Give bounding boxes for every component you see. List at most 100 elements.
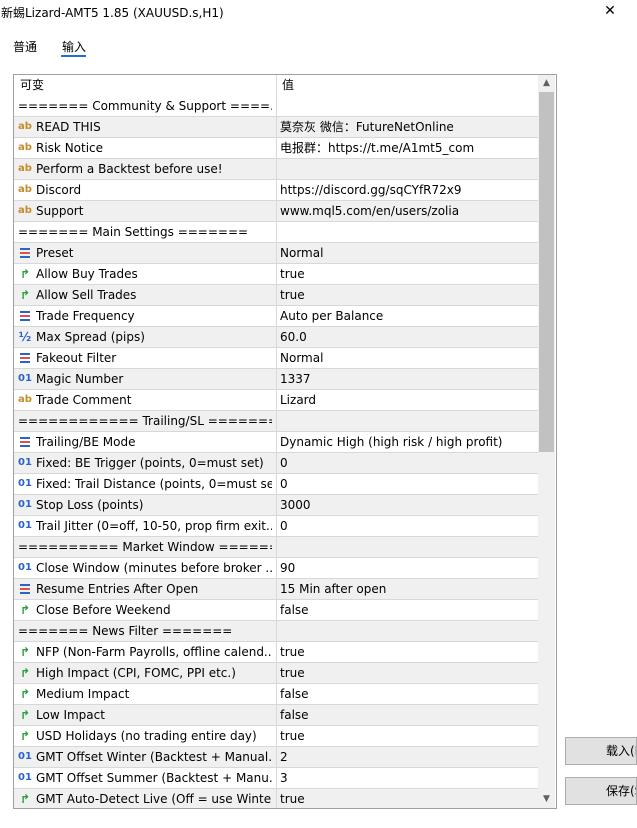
parameter-value[interactable]: 15 Min after open <box>280 579 536 599</box>
cell-separator <box>276 495 277 515</box>
parameter-value[interactable]: 莫奈灰 微信：FutureNetOnline <box>280 117 536 137</box>
parameter-value[interactable]: true <box>280 789 536 808</box>
scroll-down-icon[interactable]: ▼ <box>538 791 555 808</box>
parameter-row[interactable]: Resume Entries After Open 15 Min after op… <box>14 579 538 600</box>
active-tab-indicator <box>61 55 86 57</box>
column-header-variable[interactable]: 可变 <box>20 75 44 96</box>
parameter-value[interactable] <box>280 222 536 242</box>
scroll-thumb[interactable] <box>539 92 554 452</box>
parameter-value[interactable]: https://discord.gg/sqCYfR72x9 <box>280 180 536 200</box>
parameter-value[interactable]: 1337 <box>280 369 536 389</box>
parameter-value[interactable]: 2 <box>280 747 536 767</box>
parameter-name: Trade Frequency <box>36 309 135 323</box>
cell-separator <box>276 201 277 221</box>
cell-separator <box>276 117 277 137</box>
parameter-row[interactable]: Trade Frequency Auto per Balance <box>14 306 538 327</box>
parameter-row[interactable]: ab Support www.mql5.com/en/users/zolia <box>14 201 538 222</box>
bool-type-icon: ↱ <box>19 267 31 281</box>
parameter-row[interactable]: ↱ Allow Buy Trades true <box>14 264 538 285</box>
integer-type-icon: 01 <box>18 457 32 468</box>
tab-inputs[interactable]: 输入 <box>62 38 86 55</box>
parameter-value[interactable]: Lizard <box>280 390 536 410</box>
integer-type-icon: 01 <box>18 751 32 762</box>
parameter-row[interactable]: ↱ USD Holidays (no trading entire day) tru… <box>14 726 538 747</box>
parameter-row[interactable]: 01 Fixed: BE Trigger (points, 0=must set)… <box>14 453 538 474</box>
section-row[interactable]: ======= News Filter ======= <box>14 621 538 642</box>
parameter-row[interactable]: ab Perform a Backtest before use! <box>14 159 538 180</box>
parameter-value[interactable]: 60.0 <box>280 327 536 347</box>
scroll-up-icon[interactable]: ▲ <box>538 75 555 92</box>
parameter-value[interactable]: 0 <box>280 516 536 536</box>
parameter-name: ========== Market Window ======... <box>18 540 272 554</box>
parameter-row[interactable]: ↱ Close Before Weekend false <box>14 600 538 621</box>
parameter-value[interactable]: true <box>280 726 536 746</box>
section-row[interactable]: ======= Community & Support ====... <box>14 96 538 117</box>
parameter-row[interactable]: Preset Normal <box>14 243 538 264</box>
parameter-row[interactable]: ↱ Allow Sell Trades true <box>14 285 538 306</box>
section-row[interactable]: ============ Trailing/SL =======... <box>14 411 538 432</box>
parameter-value[interactable]: true <box>280 642 536 662</box>
parameter-row[interactable]: ½ Max Spread (pips) 60.0 <box>14 327 538 348</box>
parameter-value[interactable]: 90 <box>280 558 536 578</box>
parameter-row[interactable]: 01 GMT Offset Winter (Backtest + Manual..… <box>14 747 538 768</box>
parameter-row[interactable]: 01 Stop Loss (points) 3000 <box>14 495 538 516</box>
cell-separator <box>276 411 277 431</box>
parameter-row[interactable]: ↱ NFP (Non-Farm Payrolls, offline calend.… <box>14 642 538 663</box>
parameter-value[interactable]: Dynamic High (high risk / high profit) <box>280 432 536 452</box>
cell-separator <box>276 432 277 452</box>
parameter-value[interactable]: 3000 <box>280 495 536 515</box>
parameter-row[interactable]: 01 Close Window (minutes before broker ..… <box>14 558 538 579</box>
tab-common[interactable]: 普通 <box>13 38 37 55</box>
parameter-value[interactable]: true <box>280 285 536 305</box>
column-separator[interactable] <box>276 75 277 96</box>
parameter-name: ======= Main Settings ======= <box>18 225 249 239</box>
parameter-value[interactable] <box>280 411 536 431</box>
bool-type-icon: ↱ <box>19 708 31 722</box>
string-type-icon: ab <box>18 394 32 405</box>
vertical-scrollbar[interactable]: ▲ ▼ <box>538 75 555 808</box>
parameter-value[interactable]: 电报群：https://t.me/A1mt5_com <box>280 138 536 158</box>
save-button[interactable]: 保存(S) <box>565 777 637 805</box>
parameter-row[interactable]: 01 Fixed: Trail Distance (points, 0=must … <box>14 474 538 495</box>
close-button[interactable]: ✕ <box>583 0 637 24</box>
parameter-row[interactable]: ab Discord https://discord.gg/sqCYfR72x9 <box>14 180 538 201</box>
section-row[interactable]: ========== Market Window ======... <box>14 537 538 558</box>
cell-separator <box>276 579 277 599</box>
parameter-value[interactable] <box>280 621 536 641</box>
parameter-row[interactable]: ↱ GMT Auto-Detect Live (Off = use Winte..… <box>14 789 538 808</box>
load-button[interactable]: 载入(L) <box>565 737 637 765</box>
parameter-row[interactable]: ↱ Medium Impact false <box>14 684 538 705</box>
cell-separator <box>276 768 277 788</box>
parameter-name: ======= Community & Support ====... <box>18 99 272 113</box>
cell-separator <box>276 285 277 305</box>
column-header-value[interactable]: 值 <box>282 75 294 96</box>
parameter-value[interactable]: 0 <box>280 474 536 494</box>
parameter-value[interactable]: Normal <box>280 348 536 368</box>
section-row[interactable]: ======= Main Settings ======= <box>14 222 538 243</box>
parameter-row[interactable]: ab Risk Notice 电报群：https://t.me/A1mt5_com <box>14 138 538 159</box>
parameter-row[interactable]: ↱ Low Impact false <box>14 705 538 726</box>
parameter-value[interactable]: false <box>280 600 536 620</box>
parameter-value[interactable]: 3 <box>280 768 536 788</box>
parameter-value[interactable]: www.mql5.com/en/users/zolia <box>280 201 536 221</box>
tab-bar: 普通 输入 <box>0 34 637 60</box>
parameter-row[interactable]: 01 Trail Jitter (0=off, 10-50, prop firm … <box>14 516 538 537</box>
parameter-value[interactable]: 0 <box>280 453 536 473</box>
parameter-value[interactable]: false <box>280 705 536 725</box>
parameter-value[interactable]: Auto per Balance <box>280 306 536 326</box>
parameter-row[interactable]: ↱ High Impact (CPI, FOMC, PPI etc.) true <box>14 663 538 684</box>
parameter-value[interactable] <box>280 96 536 116</box>
parameter-row[interactable]: 01 Magic Number 1337 <box>14 369 538 390</box>
parameter-row[interactable]: 01 GMT Offset Summer (Backtest + Manu... 3 <box>14 768 538 789</box>
parameter-row[interactable]: ab Trade Comment Lizard <box>14 390 538 411</box>
enum-type-icon <box>18 582 32 596</box>
parameter-row[interactable]: ab READ THIS 莫奈灰 微信：FutureNetOnline <box>14 117 538 138</box>
parameter-row[interactable]: Trailing/BE Mode Dynamic High (high risk … <box>14 432 538 453</box>
parameter-value[interactable]: false <box>280 684 536 704</box>
parameter-value[interactable]: Normal <box>280 243 536 263</box>
parameter-value[interactable] <box>280 159 536 179</box>
parameter-value[interactable]: true <box>280 663 536 683</box>
parameter-value[interactable] <box>280 537 536 557</box>
parameter-row[interactable]: Fakeout Filter Normal <box>14 348 538 369</box>
parameter-value[interactable]: true <box>280 264 536 284</box>
